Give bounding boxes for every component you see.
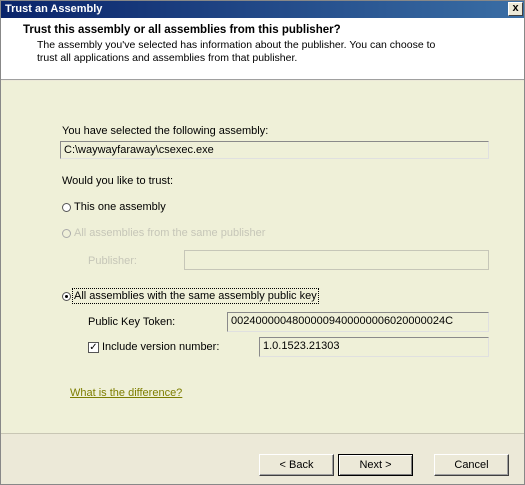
close-icon[interactable]: x xyxy=(508,2,523,16)
trust-question: Would you like to trust: xyxy=(62,175,174,187)
public-key-label: Public Key Token: xyxy=(88,316,176,328)
publisher-field xyxy=(184,250,489,270)
radio-same-publisher-label: All assemblies from the same publisher xyxy=(74,227,266,239)
include-version-label[interactable]: Include version number: xyxy=(102,341,219,353)
back-button[interactable]: < Back xyxy=(259,454,334,476)
version-field: 1.0.1523.21303 xyxy=(259,337,489,357)
window-title: Trust an Assembly xyxy=(5,3,103,15)
public-key-field: 00240000048000009400000006020000024C xyxy=(227,312,489,332)
radio-same-public-key[interactable] xyxy=(62,292,71,301)
next-button[interactable]: Next > xyxy=(338,454,413,476)
radio-same-public-key-label[interactable]: All assemblies with the same assembly pu… xyxy=(72,288,319,304)
radio-one-assembly[interactable] xyxy=(62,203,71,212)
title-bar: Trust an Assembly x xyxy=(1,1,524,18)
include-version-checkbox[interactable]: ✓ xyxy=(88,342,99,353)
wizard-header: Trust this assembly or all assemblies fr… xyxy=(1,18,524,80)
radio-one-assembly-label[interactable]: This one assembly xyxy=(74,201,166,213)
selected-assembly-field: C:\waywayfaraway\csexec.exe xyxy=(60,141,489,159)
selected-assembly-label: You have selected the following assembly… xyxy=(62,125,269,137)
dialog-window: Trust an Assembly x Trust this assembly … xyxy=(0,0,525,485)
one-assembly-text: This one assembly xyxy=(74,201,166,213)
wizard-body: You have selected the following assembly… xyxy=(1,81,524,433)
cancel-button[interactable]: Cancel xyxy=(434,454,509,476)
what-is-difference-link[interactable]: What is the difference? xyxy=(70,387,182,399)
publisher-label: Publisher: xyxy=(88,255,137,267)
wizard-footer: < Back Next > Cancel xyxy=(1,433,524,484)
header-title: Trust this assembly or all assemblies fr… xyxy=(23,24,341,36)
radio-same-publisher xyxy=(62,229,71,238)
header-subtitle: The assembly you've selected has informa… xyxy=(37,39,436,64)
